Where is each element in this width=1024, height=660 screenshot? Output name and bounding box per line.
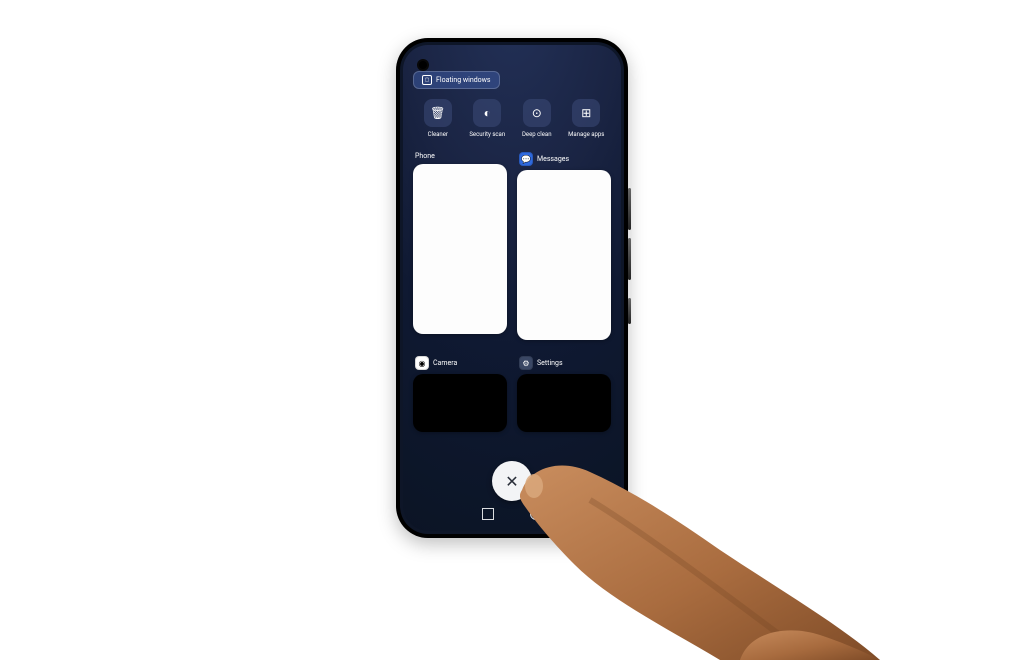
square-icon [482,508,494,520]
phone-screen: ▢ Floating windows 🗑 Cleaner ◐ Security … [403,45,621,531]
camera-app-icon: ◉ [415,356,429,370]
app-card-header: 💬 Messages [519,152,611,166]
scan-icon: ◐ [473,99,501,127]
app-thumbnail [413,374,507,432]
floating-windows-chip[interactable]: ▢ Floating windows [413,71,500,89]
trash-icon: 🗑 [424,99,452,127]
phone-device: ▢ Floating windows 🗑 Cleaner ◐ Security … [396,38,628,538]
floating-windows-icon: ▢ [422,75,432,85]
close-all-button[interactable]: ✕ [492,461,532,501]
circle-icon [530,508,542,520]
app-thumbnail [517,374,611,432]
recent-app-phone[interactable]: 📞 Phone [413,152,507,340]
tool-manage-apps[interactable]: ⊞ Manage apps [565,99,607,138]
tool-label: Security scan [469,131,505,138]
volume-up-button [628,188,631,230]
volume-down-button [628,238,631,280]
tool-label: Deep clean [522,131,552,138]
tool-label: Manage apps [568,131,604,138]
app-thumbnail [413,164,507,334]
deep-clean-icon: ⊙ [523,99,551,127]
app-title: Settings [537,359,563,367]
toolbox-row: 🗑 Cleaner ◐ Security scan ⊙ Deep clean ⊞… [413,99,611,138]
tool-security-scan[interactable]: ◐ Security scan [466,99,508,138]
app-thumbnail [517,170,611,340]
recent-app-messages[interactable]: 💬 Messages [517,152,611,340]
messages-app-icon: 💬 [519,152,533,166]
app-title: Messages [537,155,569,163]
power-button [628,298,631,324]
recent-app-camera[interactable]: ◉ Camera [413,356,507,432]
close-icon: ✕ [505,472,518,491]
apps-icon: ⊞ [572,99,600,127]
tool-label: Cleaner [428,131,448,138]
app-title: Phone [415,152,435,160]
settings-app-icon: ⚙ [519,356,533,370]
nav-recent-button[interactable] [482,508,494,520]
recent-app-settings[interactable]: ⚙ Settings [517,356,611,432]
nav-home-button[interactable] [530,508,542,520]
punch-hole-camera [417,59,429,71]
recent-apps-row: 📞 Phone 💬 Messages [413,152,611,340]
app-title: Camera [433,359,457,367]
app-card-header: ⚙ Settings [519,356,611,370]
tool-deep-clean[interactable]: ⊙ Deep clean [516,99,558,138]
recent-apps-row: ◉ Camera ⚙ Settings [413,356,611,432]
app-card-header: 📞 Phone [415,152,507,160]
floating-windows-label: Floating windows [436,76,491,84]
recents-screen: ▢ Floating windows 🗑 Cleaner ◐ Security … [403,45,621,531]
navigation-bar [403,503,621,525]
app-card-header: ◉ Camera [415,356,507,370]
phone-bezel: ▢ Floating windows 🗑 Cleaner ◐ Security … [400,42,624,534]
tool-cleaner[interactable]: 🗑 Cleaner [417,99,459,138]
